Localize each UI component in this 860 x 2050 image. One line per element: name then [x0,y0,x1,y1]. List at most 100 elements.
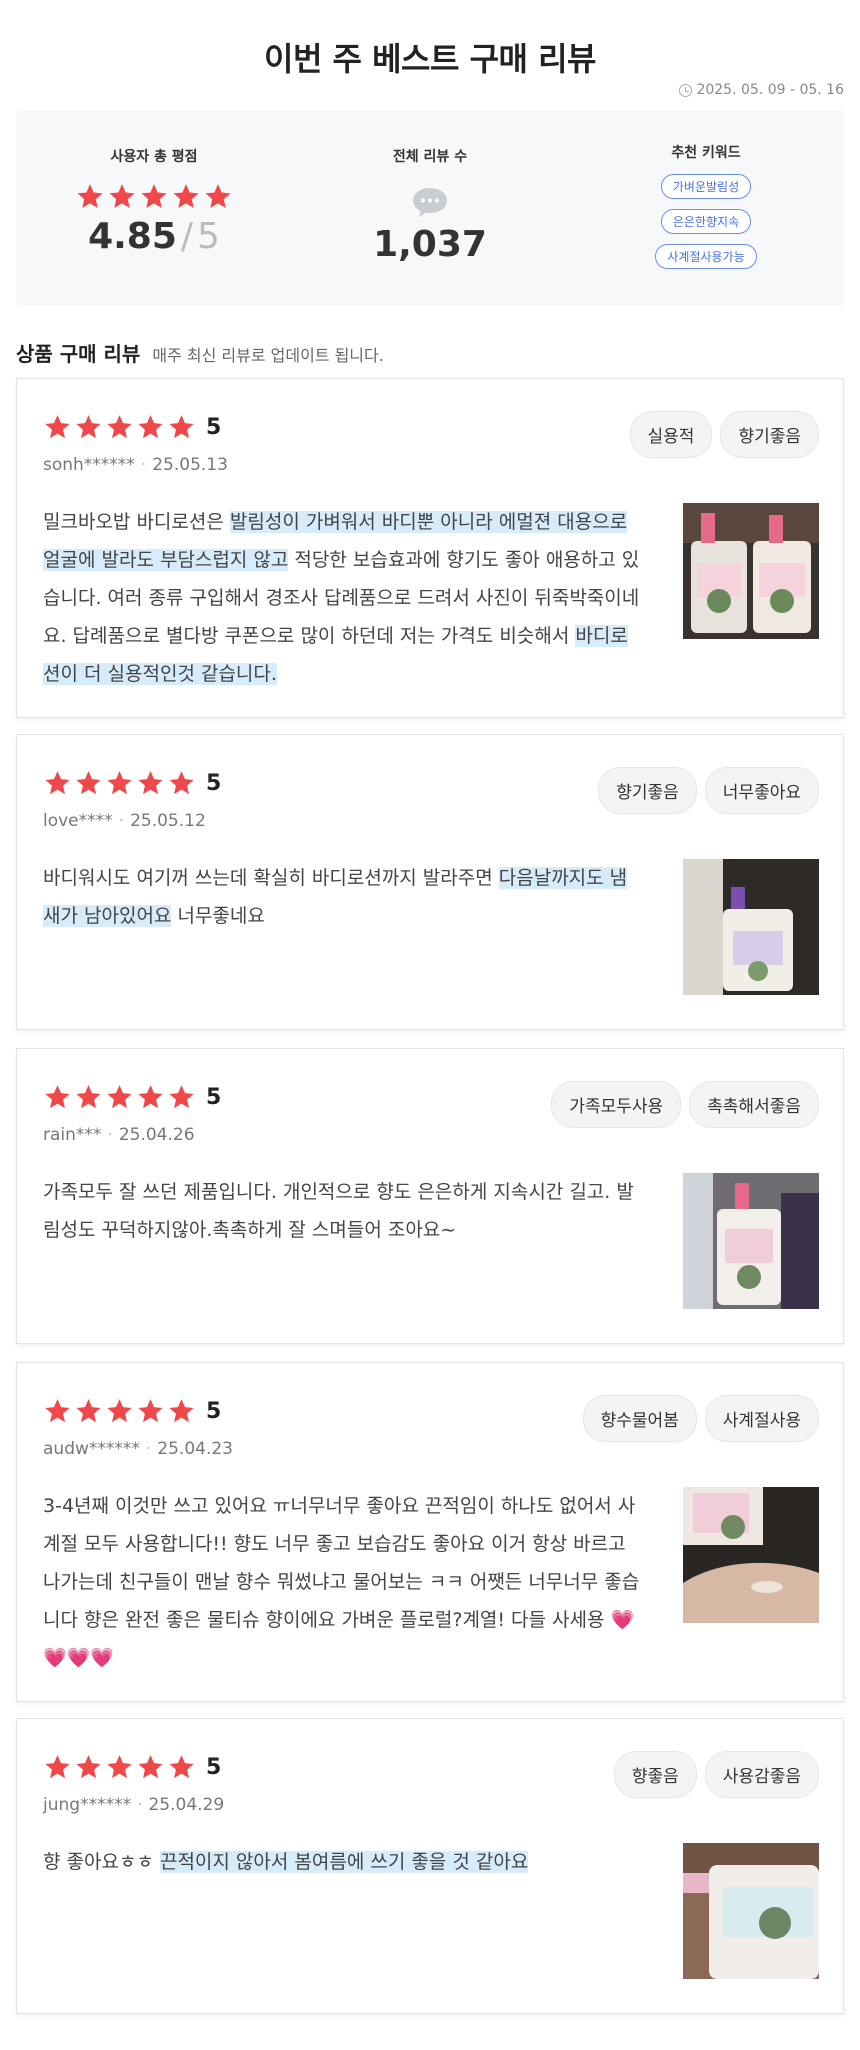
star-icon [139,182,169,212]
star-icon [74,769,103,798]
clock-icon [679,83,693,97]
star-icon [167,1083,196,1112]
rating-summary: 사용자 총 평점 4.85/5 [16,110,292,306]
reviewer-id: love**** [43,811,113,831]
review-tag[interactable]: 향수물어봄 [582,1395,697,1442]
review-photo[interactable] [683,859,819,995]
review-tag[interactable]: 촉촉해서좋음 [689,1081,819,1128]
star-icon [105,1397,134,1426]
review-page: { "header": { "title": "이번 주 베스트 구매 리뷰",… [0,0,860,2050]
speech-bubble-icon [413,188,447,217]
review-score: 5 [206,1085,222,1110]
star-icon [105,1083,134,1112]
review-tag[interactable]: 향좋음 [613,1751,697,1798]
review-date: 25.05.13 [152,455,228,475]
review-score: 5 [206,771,222,796]
reviewer-id: jung****** [43,1795,132,1815]
product-photo-image [683,1843,819,1979]
review-date: 25.04.26 [118,1125,195,1145]
review-text-segment: 가족모두 잘 쓰던 제품입니다. 개인적으로 향도 은은하게 지속시간 길고. … [43,1181,634,1241]
review-tags: 향기좋음 너무좋아요 [598,767,819,814]
review-text-segment: 향 좋아요ㅎㅎ [43,1851,160,1873]
review-rating: 5 [43,1753,221,1782]
meta-separator: · [118,811,125,831]
review-rating: 5 [43,1083,221,1112]
count-label: 전체 리뷰 수 [392,149,468,165]
star-icon [74,1397,103,1426]
rating-stars [75,182,233,212]
review-text-segment: 3-4년째 이것만 쓰고 있어요 ㅠ너무너무 좋아요 끈적임이 하나도 없어서 … [43,1495,640,1669]
product-photo-image [683,1173,819,1309]
review-rating: 5 [43,1397,221,1426]
review-rating: 5 [43,413,221,442]
star-icon [167,413,196,442]
review-tag[interactable]: 가족모두사용 [551,1081,682,1128]
reviewer-id: audw****** [43,1439,140,1459]
review-photo[interactable] [683,503,819,639]
review-tag[interactable]: 향기좋음 [720,411,819,458]
review-photo[interactable] [683,1487,819,1623]
star-icon [105,769,134,798]
star-icon [136,413,165,442]
keyword-chip[interactable]: 은은한향지속 [660,209,752,234]
meta-separator: · [140,455,147,475]
review-photo[interactable] [683,1173,819,1309]
review-tag[interactable]: 실용적 [629,411,713,458]
review-date: 25.05.12 [130,811,206,831]
star-icon [136,769,165,798]
product-photo-image [683,1487,819,1623]
period-text: 2025. 05. 09 - 05. 16 [696,82,844,98]
review-rating: 5 [43,769,221,798]
review-tag[interactable]: 사계절사용 [704,1395,819,1442]
rating-label: 사용자 총 평점 [110,149,198,165]
star-icon [107,182,137,212]
review-tag[interactable]: 너무좋아요 [704,767,819,814]
review-photo[interactable] [683,1843,819,1979]
star-icon [43,1083,72,1112]
star-icon [43,1397,72,1426]
review-tag[interactable]: 사용감좋음 [704,1751,819,1798]
review-card: 5 love**** · 25.05.12 향기좋음 너무좋아요 바디워시도 여기꺼… [16,734,844,1030]
count-summary: 전체 리뷰 수 1,037 [292,110,568,306]
review-meta: audw****** · 25.04.23 [43,1439,233,1459]
star-icon [74,413,103,442]
review-text-segment: 바디워시도 여기꺼 쓰는데 확실히 바디로션까지 발라주면 [43,867,499,889]
review-text: 가족모두 잘 쓰던 제품입니다. 개인적으로 향도 은은하게 지속시간 길고. … [43,1173,643,1249]
keyword-list: 가벼운발림성 은은한향지속 사계절사용가능 [655,174,757,269]
page-title: 이번 주 베스트 구매 리뷰 [264,40,596,78]
review-tags: 향수물어봄 사계절사용 [582,1395,819,1442]
review-meta: rain*** · 25.04.26 [43,1125,195,1145]
review-date: 25.04.23 [157,1439,233,1459]
keyword-chip[interactable]: 가벼운발림성 [660,174,752,199]
meta-separator: · [107,1125,113,1145]
star-icon [136,1753,165,1782]
star-icon [105,413,134,442]
review-tags: 향좋음 사용감좋음 [613,1751,819,1798]
keyword-chip[interactable]: 사계절사용가능 [655,244,757,269]
review-score: 5 [206,1399,222,1424]
review-text-segment: 밀크바오밥 바디로션은 [43,511,230,533]
star-icon [167,1753,196,1782]
star-icon [136,1397,165,1426]
review-card: 5 rain*** · 25.04.26 가족모두사용 촉촉해서좋음 가족모두 잘 … [16,1048,844,1344]
rating-slash: / [180,216,194,257]
star-icon [43,1753,72,1782]
meta-separator: · [145,1439,152,1459]
review-score: 5 [206,1755,222,1780]
section-title: 상품 구매 리뷰 [16,342,141,366]
review-card: 5 sonh****** · 25.05.13 실용적 향기좋음 밀크바오밥 바디로… [16,378,844,718]
review-text-segment: 너무좋네요 [171,905,265,927]
review-card: 5 audw****** · 25.04.23 향수물어봄 사계절사용 3-4년째 … [16,1362,844,1702]
review-stars [43,1083,196,1112]
star-icon [105,1753,134,1782]
star-icon [74,1753,103,1782]
review-tag[interactable]: 향기좋음 [598,767,697,814]
keyword-summary: 추천 키워드 가벼운발림성 은은한향지속 사계절사용가능 [568,110,844,306]
keyword-label: 추천 키워드 [671,145,741,161]
star-icon [167,769,196,798]
review-date: 25.04.29 [148,1795,225,1815]
star-icon [43,769,72,798]
review-card: 5 jung****** · 25.04.29 향좋음 사용감좋음 향 좋아요ㅎㅎ … [16,1718,844,2014]
star-icon [43,413,72,442]
review-text: 밀크바오밥 바디로션은 발림성이 가벼워서 바디뿐 아니라 에멀젼 대용으로 얼… [43,503,643,693]
